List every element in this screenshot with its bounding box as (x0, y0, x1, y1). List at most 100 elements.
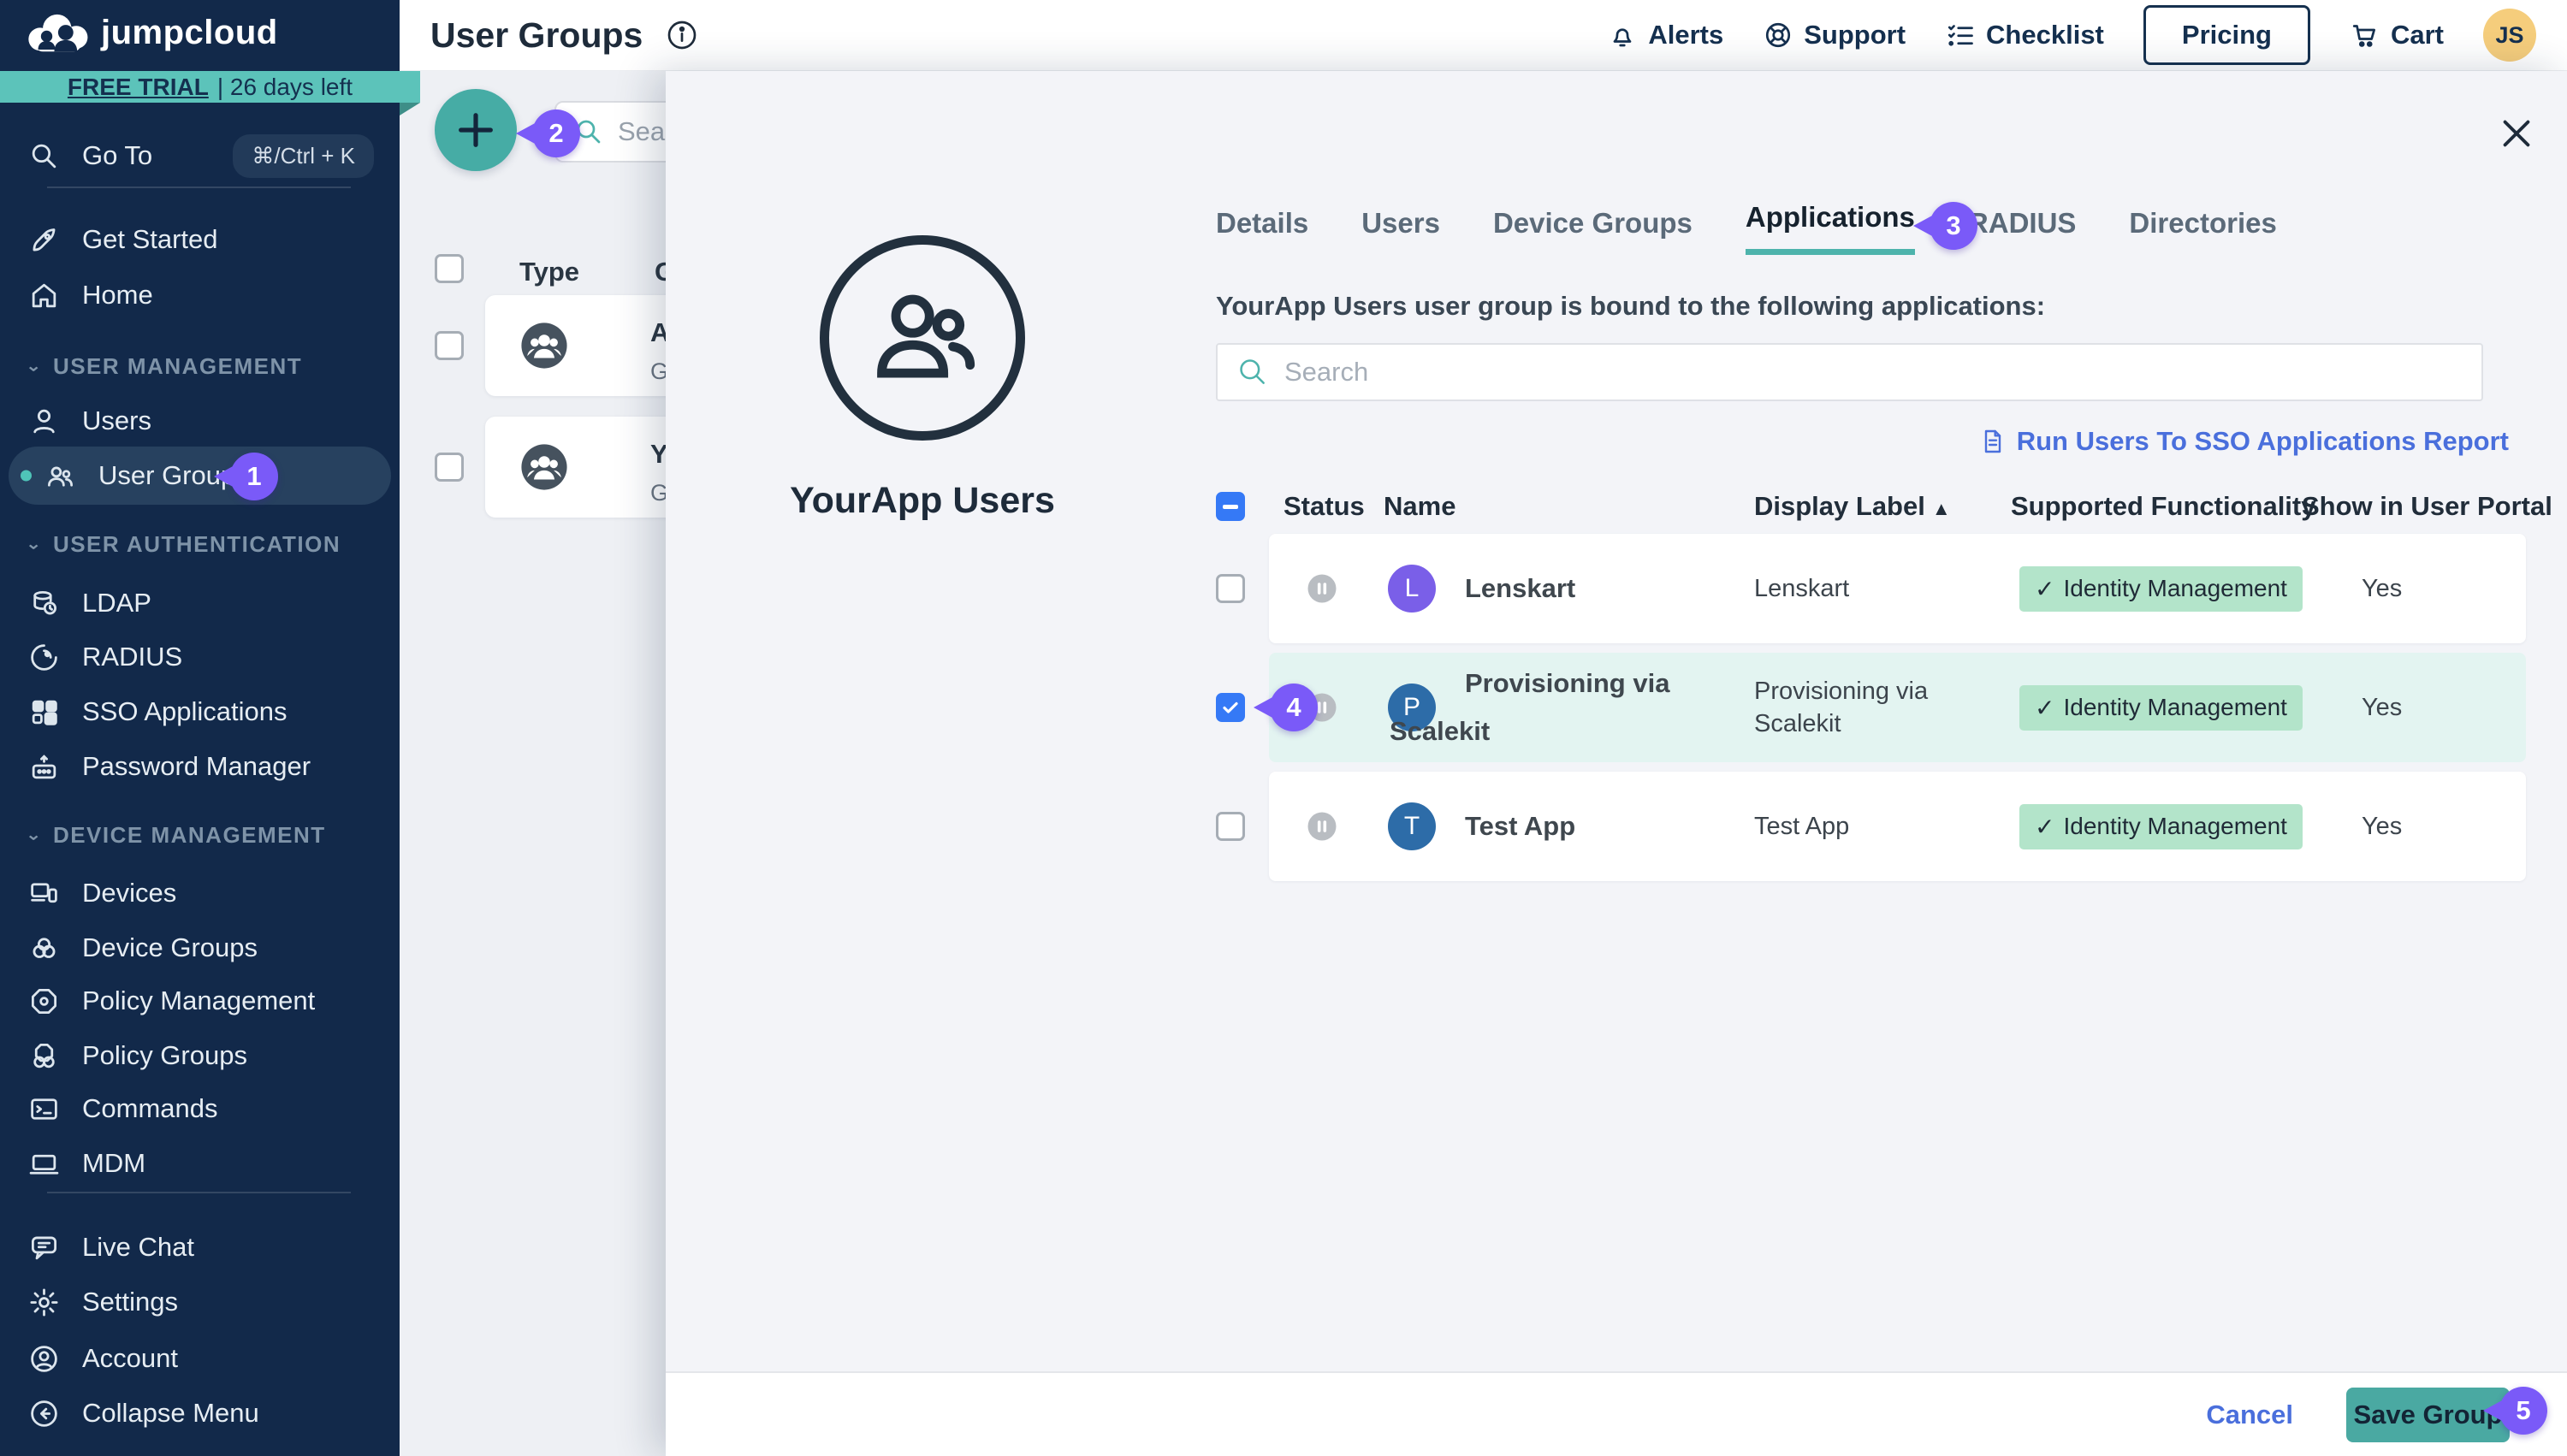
report-document-icon (1984, 429, 2001, 453)
sidebar-item-users[interactable]: Users (0, 394, 400, 448)
info-icon[interactable] (665, 18, 699, 52)
step-badge-1: 1 (230, 453, 278, 500)
tab-device-groups[interactable]: Device Groups (1493, 207, 1693, 255)
sidebar-item-label: Account (82, 1343, 179, 1373)
alerts-button[interactable]: Alerts (1607, 20, 1723, 50)
applications-search-input[interactable] (1283, 356, 2395, 388)
policy-groups-icon (33, 1043, 55, 1068)
app-functionality-cell: ✓ Identity Management (2019, 772, 2303, 881)
support-label: Support (1804, 20, 1906, 50)
applications-search-field[interactable] (1216, 343, 2483, 401)
sidebar-section-user-authentication[interactable]: ⌄ USER AUTHENTICATION (0, 522, 400, 566)
user-icon (33, 409, 55, 433)
select-all-groups-checkbox[interactable] (435, 254, 464, 283)
app-display-label-cell: Lenskart (1754, 534, 1964, 643)
sidebar-item-sso-applications[interactable]: SSO Applications (0, 684, 400, 739)
status-paused-icon (1307, 574, 1337, 603)
sidebar-item-label: MDM (82, 1148, 146, 1178)
app-row-provisioning-scalekit[interactable]: P Provisioning via Scalekit Provisioning… (1269, 653, 2526, 762)
sidebar-item-devices[interactable]: Devices (0, 866, 400, 920)
goto-search[interactable]: Go To ⌘/Ctrl + K (0, 128, 400, 183)
add-group-button[interactable] (435, 89, 517, 171)
pricing-button[interactable]: Pricing (2143, 5, 2310, 65)
trial-days-left: | 26 days left (216, 73, 353, 100)
life-ring-icon (1766, 22, 1791, 48)
bound-applications-description: YourApp Users user group is bound to the… (1216, 291, 2046, 321)
sidebar-item-label: SSO Applications (82, 696, 288, 726)
column-status[interactable]: Status (1284, 492, 1365, 521)
sidebar-item-user-groups[interactable]: User Groups (9, 447, 391, 505)
jumpcloud-logo[interactable]: jumpcloud (26, 10, 278, 55)
tab-users[interactable]: Users (1361, 207, 1440, 255)
page-title: User Groups (430, 15, 643, 55)
sidebar-item-device-groups[interactable]: Device Groups (0, 920, 400, 975)
commands-terminal-icon (31, 1098, 57, 1120)
section-title: USER AUTHENTICATION (52, 530, 341, 557)
sidebar-item-label: Devices (82, 878, 177, 908)
check-icon: ✓ (2035, 694, 2055, 721)
chat-bubble-icon (32, 1236, 56, 1259)
app-row-checkbox-checked[interactable] (1216, 693, 1245, 722)
policy-management-icon (32, 988, 56, 1014)
sidebar-item-policy-management[interactable]: Policy Management (0, 974, 400, 1028)
cancel-button[interactable]: Cancel (2206, 1400, 2293, 1430)
app-display-label-cell: Provisioning via Scalekit (1754, 653, 1964, 762)
sidebar-item-label: Commands (82, 1093, 218, 1123)
jumpcloud-cloud-icon (28, 14, 88, 52)
group-avatar-icon (521, 323, 567, 369)
column-display-label[interactable]: Display Label ▲ (1754, 492, 1951, 521)
sidebar-item-get-started[interactable]: Get Started (0, 212, 400, 267)
free-trial-banner[interactable]: FREE TRIAL | 26 days left (0, 71, 420, 103)
group-row-checkbox[interactable] (435, 331, 464, 360)
sidebar-section-user-management[interactable]: ⌄ USER MANAGEMENT (0, 344, 400, 388)
panel-tabs: Details Users Device Groups Applications… (1216, 201, 2277, 255)
sidebar-item-policy-groups[interactable]: Policy Groups (0, 1028, 400, 1083)
sidebar-item-home[interactable]: Home (0, 268, 400, 323)
run-report-link[interactable]: Run Users To SSO Applications Report (1979, 426, 2509, 457)
column-name[interactable]: Name (1384, 492, 1455, 521)
sidebar-item-ldap[interactable]: LDAP (0, 576, 400, 630)
goto-label: Go To (82, 140, 153, 170)
sidebar-item-label: Device Groups (82, 932, 258, 962)
tab-applications[interactable]: Applications (1745, 201, 1915, 255)
checklist-button[interactable]: Checklist (1945, 20, 2104, 50)
app-row-test-app[interactable]: T Test App Test App ✓ Identity Management… (1269, 772, 2526, 881)
sidebar-item-live-chat[interactable]: Live Chat (0, 1220, 400, 1275)
sidebar-item-mdm[interactable]: MDM (0, 1136, 400, 1191)
tab-directories[interactable]: Directories (2129, 207, 2276, 255)
tab-radius[interactable]: RADIUS (1968, 207, 2077, 255)
app-row-checkbox[interactable] (1216, 574, 1245, 603)
select-all-apps-checkbox[interactable] (1216, 492, 1245, 521)
sidebar-item-commands[interactable]: Commands (0, 1081, 400, 1136)
close-icon[interactable] (2497, 114, 2536, 153)
tab-details[interactable]: Details (1216, 207, 1308, 255)
sidebar-item-label: Home (82, 280, 153, 310)
app-name-cell: Provisioning via Scalekit (1390, 653, 1723, 762)
sidebar-item-collapse-menu[interactable]: Collapse Menu (0, 1386, 400, 1441)
header-actions: Alerts Support Checklist Pricing Cart JS (1607, 5, 2536, 65)
sidebar-item-radius[interactable]: RADIUS (0, 630, 400, 684)
sidebar-item-password-manager[interactable]: Password Manager (0, 739, 400, 794)
chevron-down-icon: ⌄ (26, 826, 43, 843)
sidebar-item-settings[interactable]: Settings (0, 1275, 400, 1329)
sidebar-item-label: RADIUS (82, 642, 183, 672)
user-avatar[interactable]: JS (2483, 9, 2536, 62)
group-row-checkbox[interactable] (435, 453, 464, 482)
cart-button[interactable]: Cart (2350, 20, 2444, 50)
column-supported-functionality[interactable]: Supported Functionality (2011, 492, 2316, 521)
sidebar-item-account[interactable]: Account (0, 1331, 400, 1386)
column-show-in-user-portal[interactable]: Show in User Portal (2302, 492, 2552, 521)
app-name-cell: Test App (1390, 772, 1723, 881)
support-button[interactable]: Support (1763, 20, 1906, 50)
show-in-portal-value: Yes (2362, 574, 2403, 602)
sidebar-item-label: Settings (82, 1287, 179, 1317)
bell-icon (1614, 28, 1632, 47)
app-row-checkbox[interactable] (1216, 812, 1245, 841)
section-title: USER MANAGEMENT (52, 352, 303, 379)
app-row-lenskart[interactable]: L Lenskart Lenskart ✓ Identity Management… (1269, 534, 2526, 643)
free-trial-label: FREE TRIAL (67, 73, 209, 100)
ldap-database-icon (33, 590, 56, 614)
functionality-badge: ✓ Identity Management (2019, 684, 2303, 731)
sidebar-section-device-management[interactable]: ⌄ DEVICE MANAGEMENT (0, 813, 400, 857)
status-paused-icon (1307, 812, 1337, 841)
